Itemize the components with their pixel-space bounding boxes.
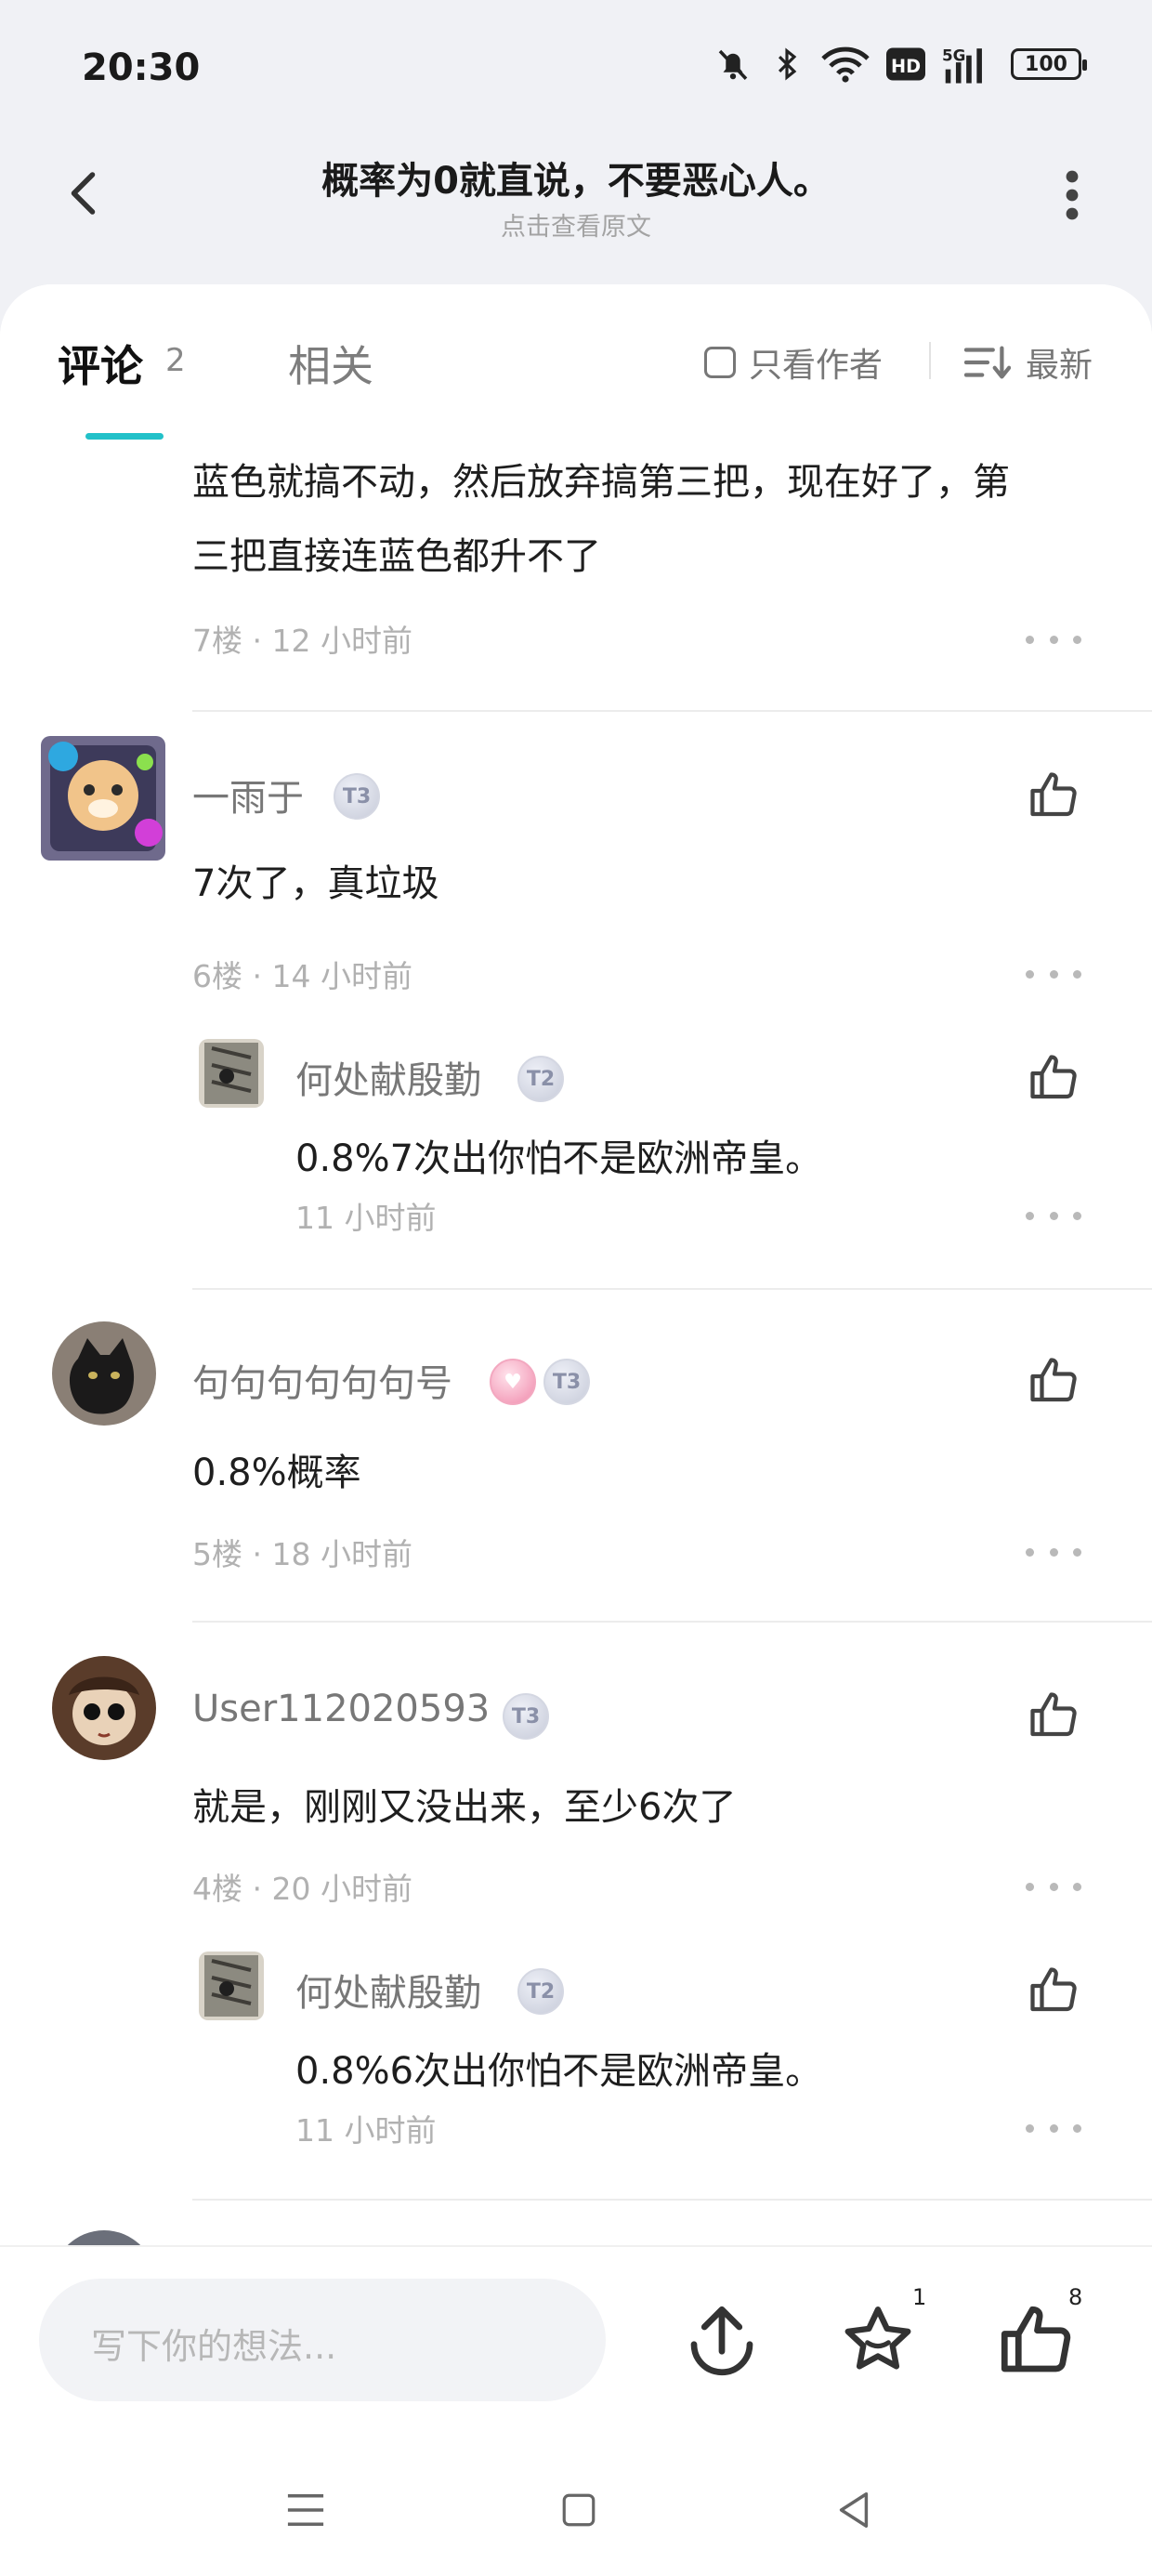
battery-icon: 100 xyxy=(1011,48,1087,80)
page-title[interactable]: 概率为0就直说，不要恶心人。 xyxy=(0,151,1152,204)
comment-more-button[interactable] xyxy=(1026,1877,1081,1896)
status-bar: 20:30 HD 5G 100 xyxy=(0,0,1152,139)
comment-text: 0.8%概率 xyxy=(192,1452,361,1494)
comment-more-button[interactable] xyxy=(1026,1543,1081,1561)
comment-meta: 5楼 · 18 小时前 xyxy=(192,1536,412,1572)
divider xyxy=(192,1288,1152,1290)
divider xyxy=(192,2199,1152,2201)
comment-text: 三把直接连蓝色都升不了 xyxy=(192,535,601,578)
comment-username[interactable]: User112020593 xyxy=(192,1688,490,1730)
like-thumb-icon[interactable] xyxy=(1026,1963,1081,2018)
like-thumb-icon[interactable] xyxy=(994,2299,1078,2383)
system-nav-bar xyxy=(0,2444,1152,2576)
reply-more-button[interactable] xyxy=(1026,2119,1081,2137)
avatar[interactable] xyxy=(52,1321,156,1426)
only-author-label: 只看作者 xyxy=(749,347,884,385)
avatar[interactable] xyxy=(41,736,165,861)
reply-more-button[interactable] xyxy=(1026,1206,1081,1225)
vip-badge: ♥ xyxy=(490,1359,536,1405)
hd-icon: HD xyxy=(886,47,925,81)
favorite-star-icon[interactable] xyxy=(836,2299,920,2383)
sort-button[interactable]: 最新 xyxy=(964,338,1093,387)
checkbox-icon[interactable] xyxy=(704,347,736,378)
comment-input[interactable]: 写下你的想法... xyxy=(39,2279,606,2401)
view-original-link[interactable]: 点击查看原文 xyxy=(0,206,1152,243)
back-triangle-icon[interactable] xyxy=(832,2489,875,2531)
comment-text: 蓝色就搞不动，然后放弃搞第三把，现在好了，第 xyxy=(192,461,1010,504)
comment-more-button[interactable] xyxy=(1026,965,1081,983)
divider xyxy=(929,342,931,379)
svg-text:HD: HD xyxy=(891,56,921,77)
reply-text: 0.8%6次出你怕不是欧洲帝皇。 xyxy=(295,2050,823,2093)
comment-username[interactable]: 句句句句句句号 xyxy=(192,1353,452,1407)
comment-text: 7次了，真垃圾 xyxy=(192,862,439,905)
tab-bar: 评论 2 相关 只看作者 最新 xyxy=(0,284,1152,442)
wifi-icon xyxy=(821,46,870,83)
user-level-badge: T3 xyxy=(334,773,380,820)
comment-more-button[interactable] xyxy=(1026,630,1081,649)
mute-bell-icon xyxy=(718,49,748,80)
reply-username[interactable]: 何处献殷勤 xyxy=(295,1963,481,2017)
active-tab-indicator xyxy=(85,433,164,440)
reply-avatar[interactable] xyxy=(199,1039,264,1108)
reply-username[interactable]: 何处献殷勤 xyxy=(295,1050,481,1104)
comment-count: 2 xyxy=(165,342,186,379)
favorite-count: 1 xyxy=(912,2284,927,2310)
only-author-toggle[interactable]: 只看作者 xyxy=(704,338,883,387)
status-time: 20:30 xyxy=(82,46,201,89)
tab-comments[interactable]: 评论 xyxy=(58,333,143,394)
comment-meta: 4楼 · 20 小时前 xyxy=(192,1871,412,1907)
home-square-icon[interactable] xyxy=(559,2491,598,2530)
user-level-badge: T2 xyxy=(517,1968,564,2015)
sort-icon xyxy=(964,346,1011,379)
like-count: 8 xyxy=(1068,2284,1083,2310)
status-icons: HD 5G 100 xyxy=(713,45,1087,84)
divider xyxy=(192,1621,1152,1623)
avatar[interactable] xyxy=(52,2230,156,2245)
user-level-badge: T2 xyxy=(517,1056,564,1102)
reply-text: 0.8%7次出你怕不是欧洲帝皇。 xyxy=(295,1137,823,1180)
comment-text: 就是，刚刚又没出来，至少6次了 xyxy=(192,1786,737,1829)
avatar[interactable] xyxy=(52,1656,156,1760)
reply-avatar[interactable] xyxy=(199,1952,264,2020)
like-thumb-icon[interactable] xyxy=(1026,1688,1081,1743)
comment-meta: 6楼 · 14 小时前 xyxy=(192,958,412,994)
more-options-icon[interactable] xyxy=(1054,167,1091,223)
header: 概率为0就直说，不要恶心人。 点击查看原文 xyxy=(0,139,1152,279)
reply-meta: 11 小时前 xyxy=(295,2112,437,2149)
user-level-badge: T3 xyxy=(503,1693,549,1740)
like-thumb-icon[interactable] xyxy=(1026,1353,1081,1409)
reply-meta: 11 小时前 xyxy=(295,1200,437,1236)
comment-username[interactable]: 一雨于 xyxy=(192,768,304,821)
sort-label: 最新 xyxy=(1026,347,1093,385)
bluetooth-icon xyxy=(778,47,797,81)
user-level-badge: T3 xyxy=(543,1359,590,1405)
tab-related[interactable]: 相关 xyxy=(288,333,373,394)
comment-sheet: 蓝色就搞不动，然后放弃搞第三把，现在好了，第 三把直接连蓝色都升不了 7楼 · … xyxy=(0,284,1152,2245)
like-thumb-icon[interactable] xyxy=(1026,768,1081,823)
like-thumb-icon[interactable] xyxy=(1026,1050,1081,1106)
comment-meta: 7楼 · 12 小时前 xyxy=(192,623,412,659)
comment-input-placeholder: 写下你的想法... xyxy=(91,2326,337,2367)
bottom-action-bar: 写下你的想法... 1 8 xyxy=(0,2245,1152,2446)
divider xyxy=(192,710,1152,712)
svg-text:5G: 5G xyxy=(942,46,965,64)
menu-icon[interactable] xyxy=(284,2491,327,2530)
share-icon[interactable] xyxy=(680,2299,764,2383)
signal-5g-icon: 5G xyxy=(942,46,982,84)
